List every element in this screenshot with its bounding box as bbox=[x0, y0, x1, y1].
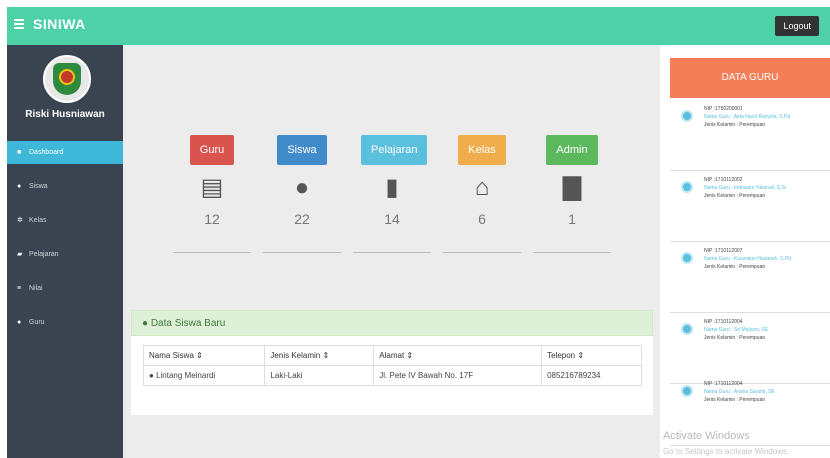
user-icon: ● bbox=[294, 174, 310, 201]
sidebar-item-siswa[interactable]: ● Siswa bbox=[7, 175, 123, 198]
sidebar-item-pelajaran[interactable]: ▰ Pelajaran bbox=[7, 243, 123, 266]
guru-gender: Jenis Kelamin : Perempuan bbox=[704, 264, 766, 270]
table-cell: ● Lintang Meinardi bbox=[142, 365, 266, 386]
stat-label[interactable]: Kelas bbox=[458, 135, 506, 165]
stat-value: 12 bbox=[204, 211, 220, 227]
column-header-alamat[interactable]: Alamat ⇕ bbox=[373, 345, 543, 366]
column-header-jenis-kelamin[interactable]: Jenis Kelamin ⇕ bbox=[264, 345, 375, 366]
hamburger-menu-icon[interactable] bbox=[14, 19, 24, 29]
stat-label[interactable]: Siswa bbox=[277, 135, 327, 165]
sidebar-item-kelas[interactable]: ✲ Kelas bbox=[7, 209, 123, 232]
activate-windows-subtext: Go to Settings to activate Windows. bbox=[663, 447, 790, 456]
sidebar-item-label: Siswa bbox=[29, 183, 48, 190]
panel-title: Data Siswa Baru bbox=[150, 318, 226, 329]
user-icon: ● bbox=[142, 318, 151, 329]
guru-nip: NIP :1750200001 bbox=[704, 106, 743, 112]
stat-divider bbox=[443, 252, 521, 253]
stat-divider bbox=[173, 252, 251, 253]
guru-gender: Jenis Kelamin : Perempuan bbox=[704, 397, 766, 403]
stat-divider bbox=[353, 252, 431, 253]
main-content: Guru ▤ 12 Siswa ● 22 Pelajaran ▮ 14 Kela… bbox=[123, 45, 660, 458]
guru-gender: Jenis Kelamin : Perempuan bbox=[704, 122, 766, 128]
guru-nip: NIP :1710112004 bbox=[704, 381, 743, 387]
list-item[interactable]: NIP :1710112007 Nama Guru : Kuswatun Hasa… bbox=[670, 242, 830, 313]
column-header-telepon[interactable]: Telepon ⇕ bbox=[541, 345, 642, 366]
stat-divider bbox=[533, 252, 611, 253]
guru-name: Nama Guru : Indriasini Yulianali, S.Si bbox=[704, 185, 786, 191]
table-cell: Jl. Pete IV Bawah No. 17F bbox=[373, 365, 543, 386]
list-icon: ≡ bbox=[17, 285, 22, 292]
sidebar-item-label: Dashboard bbox=[29, 149, 64, 156]
sidebar-item-label: Guru bbox=[29, 319, 45, 326]
lock-icon: ▇ bbox=[562, 174, 582, 201]
clock-icon bbox=[681, 385, 693, 397]
guru-name: Nama Guru : Kuswatun Hasanah, S.Pd bbox=[704, 256, 791, 262]
school-logo-avatar bbox=[43, 55, 91, 103]
stat-label[interactable]: Pelajaran bbox=[361, 135, 428, 165]
guru-gender: Jenis Kelamin : Perempuan bbox=[704, 193, 766, 199]
activate-windows-watermark: Activate Windows bbox=[663, 430, 750, 442]
list-item[interactable]: NIP :1710112004 Nama Guru : Sri Mulyani, … bbox=[670, 313, 830, 384]
panel-heading: ● Data Siswa Baru bbox=[131, 310, 653, 336]
sidebar-item-label: Nilai bbox=[29, 285, 43, 292]
guru-nip: NIP :1710112007 bbox=[704, 248, 743, 254]
sidebar-menu: ■ Dashboard ● Siswa ✲ Kelas ▰ Pelajaran ≡ Nil… bbox=[7, 141, 123, 345]
list-icon: ▤ bbox=[200, 174, 224, 201]
guru-name: Nama Guru : Sri Mulyani, SE bbox=[704, 327, 769, 333]
stat-label[interactable]: Admin bbox=[546, 135, 598, 165]
table-row: ● Lintang Meinardi Laki-Laki Jl. Pete IV… bbox=[142, 365, 642, 386]
stat-value: 14 bbox=[384, 211, 400, 227]
sidebar: Riski Husniawan ■ Dashboard ● Siswa ✲ Kelas… bbox=[7, 45, 123, 458]
sidebar-item-nilai[interactable]: ≡ Nilai bbox=[7, 277, 123, 300]
guru-nip: NIP :1710112004 bbox=[704, 319, 743, 325]
stat-guru: Guru ▤ 12 bbox=[173, 135, 251, 253]
students-table: Nama Siswa ⇕ Jenis Kelamin ⇕ Alamat ⇕ Te… bbox=[142, 345, 642, 386]
stat-value: 6 bbox=[478, 211, 486, 227]
sidebar-item-label: Pelajaran bbox=[29, 251, 59, 258]
app-brand[interactable]: SINIWA bbox=[33, 16, 86, 32]
top-navbar: SINIWA Logout bbox=[7, 7, 830, 45]
stat-divider bbox=[263, 252, 341, 253]
clock-icon bbox=[681, 110, 693, 122]
clock-icon bbox=[681, 252, 693, 264]
stat-admin: Admin ▇ 1 bbox=[533, 135, 611, 253]
sidebar-item-guru[interactable]: ● Guru bbox=[7, 311, 123, 334]
stat-kelas: Kelas ⌂ 6 bbox=[443, 135, 521, 253]
table-header-row: Nama Siswa ⇕ Jenis Kelamin ⇕ Alamat ⇕ Te… bbox=[142, 345, 642, 366]
stat-value: 22 bbox=[294, 211, 310, 227]
clock-icon bbox=[681, 181, 693, 193]
stat-label[interactable]: Guru bbox=[189, 135, 235, 165]
user-icon: ● bbox=[17, 319, 22, 326]
guru-panel-title: DATA GURU bbox=[670, 58, 830, 98]
sidebar-item-dashboard[interactable]: ■ Dashboard bbox=[7, 141, 123, 164]
guru-name: Nama Guru : Ariana Saranti, SE bbox=[704, 389, 775, 395]
table-cell: 085216789234 bbox=[541, 365, 642, 386]
clock-icon bbox=[681, 323, 693, 335]
guru-list-panel: DATA GURU NIP :1750200001 Nama Guru : Aid… bbox=[660, 45, 830, 458]
list-item[interactable]: NIP :1710112002 Nama Guru : Indriasini Yu… bbox=[670, 171, 830, 242]
new-students-panel: ● Data Siswa Baru Nama Siswa ⇕ Jenis Kel… bbox=[131, 310, 653, 415]
book-icon: ▮ bbox=[385, 174, 399, 201]
user-icon: ● bbox=[149, 371, 157, 380]
column-header-nama[interactable]: Nama Siswa ⇕ bbox=[142, 345, 266, 366]
logout-button[interactable]: Logout bbox=[775, 16, 819, 36]
stat-value: 1 bbox=[568, 211, 576, 227]
stat-siswa: Siswa ● 22 bbox=[263, 135, 341, 253]
guru-nip: NIP :1710112002 bbox=[704, 177, 743, 183]
student-name: Lintang Meinardi bbox=[156, 371, 216, 380]
stat-pelajaran: Pelajaran ▮ 14 bbox=[353, 135, 431, 253]
table-cell: Laki-Laki bbox=[264, 365, 375, 386]
guru-gender: Jenis Kelamin : Perempuan bbox=[704, 335, 766, 341]
book-icon: ▰ bbox=[17, 251, 23, 258]
guru-name: Nama Guru : Aida Nurul Rosyida, S.Pd bbox=[704, 114, 791, 120]
user-icon: ● bbox=[17, 183, 22, 190]
list-item[interactable]: NIP :1750200001 Nama Guru : Aida Nurul Ro… bbox=[670, 100, 830, 171]
sidebar-item-label: Kelas bbox=[29, 217, 47, 224]
dashboard-icon: ■ bbox=[17, 149, 22, 156]
gears-icon: ✲ bbox=[17, 217, 23, 224]
sidebar-username: Riski Husniawan bbox=[25, 109, 105, 120]
home-icon: ⌂ bbox=[474, 174, 490, 201]
